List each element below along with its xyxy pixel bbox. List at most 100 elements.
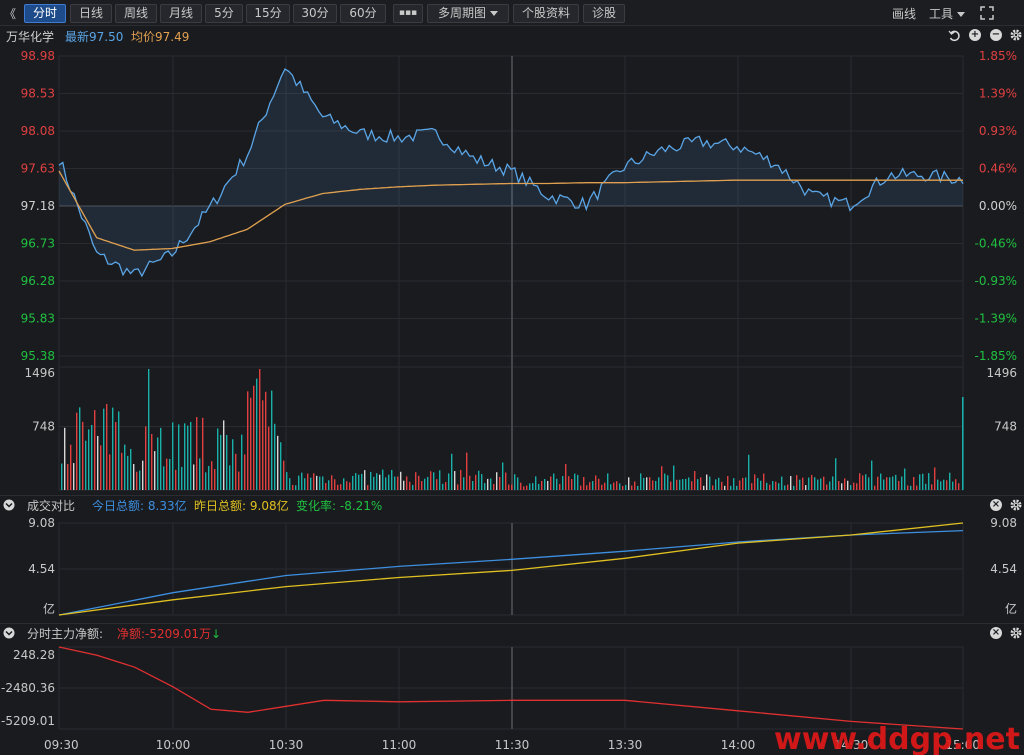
volume-bar	[520, 482, 522, 490]
volume-bar	[655, 480, 657, 490]
tab-monthly[interactable]: 月线	[160, 4, 202, 23]
volume-bar	[160, 427, 162, 490]
volume-bar	[481, 474, 483, 490]
turnover-chart[interactable]: 9.08 4.54 亿 9.08 4.54 亿	[0, 513, 1024, 620]
change-rate: 变化率: -8.21%	[296, 497, 382, 514]
close-panel-icon[interactable]: ×	[990, 499, 1002, 511]
volume-bar	[856, 483, 858, 490]
zoom-out-icon[interactable]: −	[990, 29, 1002, 41]
volume-bar	[613, 482, 615, 490]
volume-bar	[745, 477, 747, 490]
volume-bar	[229, 465, 231, 490]
net-amount-value: -5209.01万	[145, 627, 212, 641]
tab-60min[interactable]: 60分	[340, 4, 386, 23]
volume-bar	[679, 479, 681, 490]
volume-bar	[67, 464, 69, 490]
volume-bar	[547, 480, 549, 490]
volume-bar	[133, 464, 135, 490]
tab-5min[interactable]: 5分	[205, 4, 243, 23]
volume-bar	[502, 462, 504, 490]
percent-tick-label: 0.93%	[979, 124, 1017, 138]
volume-bar	[250, 397, 252, 490]
turnover-tick-label: 4.54	[28, 562, 55, 576]
more-periods-button[interactable]: ▪▪▪	[393, 4, 423, 23]
fullscreen-icon[interactable]	[980, 6, 994, 20]
volume-bar	[682, 479, 684, 490]
volume-bar	[565, 464, 567, 490]
netflow-chart[interactable]: 248.28 -2480.36 -5209.01 09:30 10:00 10:30 11:…	[0, 641, 1024, 755]
volume-bar	[667, 475, 669, 490]
tab-intraday[interactable]: 分时	[24, 4, 66, 23]
volume-bar	[256, 378, 258, 490]
volume-bar	[169, 458, 171, 490]
volume-bar	[646, 477, 648, 490]
volume-bar	[760, 480, 762, 490]
close-panel-icon[interactable]: ×	[990, 627, 1002, 639]
volume-bar	[109, 454, 111, 490]
intraday-chart[interactable]: 98.98 98.53 98.08 97.63 97.18 96.73 96.28 95.83…	[0, 44, 1024, 494]
volume-bar	[823, 476, 825, 490]
latest-label: 最新	[65, 30, 90, 44]
tab-daily[interactable]: 日线	[70, 4, 112, 23]
diagnose-button[interactable]: 诊股	[583, 4, 625, 23]
latest-value: 97.50	[89, 30, 124, 44]
volume-bar	[664, 473, 666, 490]
volume-bar	[337, 484, 339, 490]
volume-bar	[292, 484, 294, 490]
tab-15min[interactable]: 15分	[246, 4, 290, 23]
tab-30min[interactable]: 30分	[293, 4, 337, 23]
volume-bar	[748, 454, 750, 490]
stock-profile-button[interactable]: 个股资料	[513, 4, 579, 23]
gear-icon[interactable]	[1009, 626, 1023, 640]
volume-bar	[184, 423, 186, 490]
volume-bar	[583, 477, 585, 490]
reset-icon[interactable]	[948, 29, 961, 42]
volume-bar	[460, 469, 462, 490]
collapse-left-button[interactable]: 《	[4, 5, 16, 22]
volume-bar	[889, 477, 891, 490]
volume-bar	[652, 480, 654, 490]
tools-dropdown[interactable]: 工具	[929, 5, 966, 22]
volume-bar	[406, 476, 408, 490]
volume-bar	[538, 483, 540, 490]
volume-bar	[91, 424, 93, 490]
collapse-panel-icon[interactable]	[3, 499, 15, 511]
volume-bar	[688, 477, 690, 490]
zoom-in-icon[interactable]: +	[969, 29, 981, 41]
volume-bar	[82, 421, 84, 490]
volume-bar	[754, 474, 756, 490]
gear-icon[interactable]	[1009, 28, 1023, 42]
volume-bar	[796, 475, 798, 490]
avg-price: 均价97.49	[131, 28, 189, 45]
multi-period-dropdown[interactable]: 多周期图	[427, 4, 509, 23]
chevron-down-icon	[490, 11, 498, 16]
gear-icon[interactable]	[1009, 498, 1023, 512]
volume-bar	[139, 470, 141, 490]
volume-bar	[778, 483, 780, 490]
volume-bar	[451, 453, 453, 490]
percent-tick-label: -0.46%	[975, 237, 1017, 251]
turnover-title: 成交对比	[27, 499, 76, 513]
yesterday-total-label: 昨日总额:	[194, 499, 247, 513]
volume-bar	[217, 428, 219, 490]
draw-line-button[interactable]: 画线	[892, 5, 916, 22]
volume-bar	[952, 481, 954, 490]
tab-weekly[interactable]: 周线	[115, 4, 157, 23]
yesterday-total-value: 9.08亿	[249, 499, 289, 513]
volume-tick-label: 1496	[24, 366, 55, 380]
volume-bar	[265, 391, 267, 490]
volume-bar	[607, 473, 609, 490]
volume-bar	[472, 481, 474, 490]
volume-bar	[739, 480, 741, 490]
volume-bar	[808, 477, 810, 490]
volume-bar	[505, 472, 507, 490]
volume-bar	[802, 477, 804, 490]
volume-bar	[949, 472, 951, 490]
volume-bar	[382, 469, 384, 490]
collapse-panel-icon[interactable]	[3, 627, 15, 639]
price-tick-label: 98.08	[21, 124, 55, 138]
volume-bar	[295, 485, 297, 490]
volume-bar	[325, 483, 327, 490]
turnover-tick-label: 9.08	[990, 516, 1017, 530]
volume-bar	[865, 474, 867, 490]
